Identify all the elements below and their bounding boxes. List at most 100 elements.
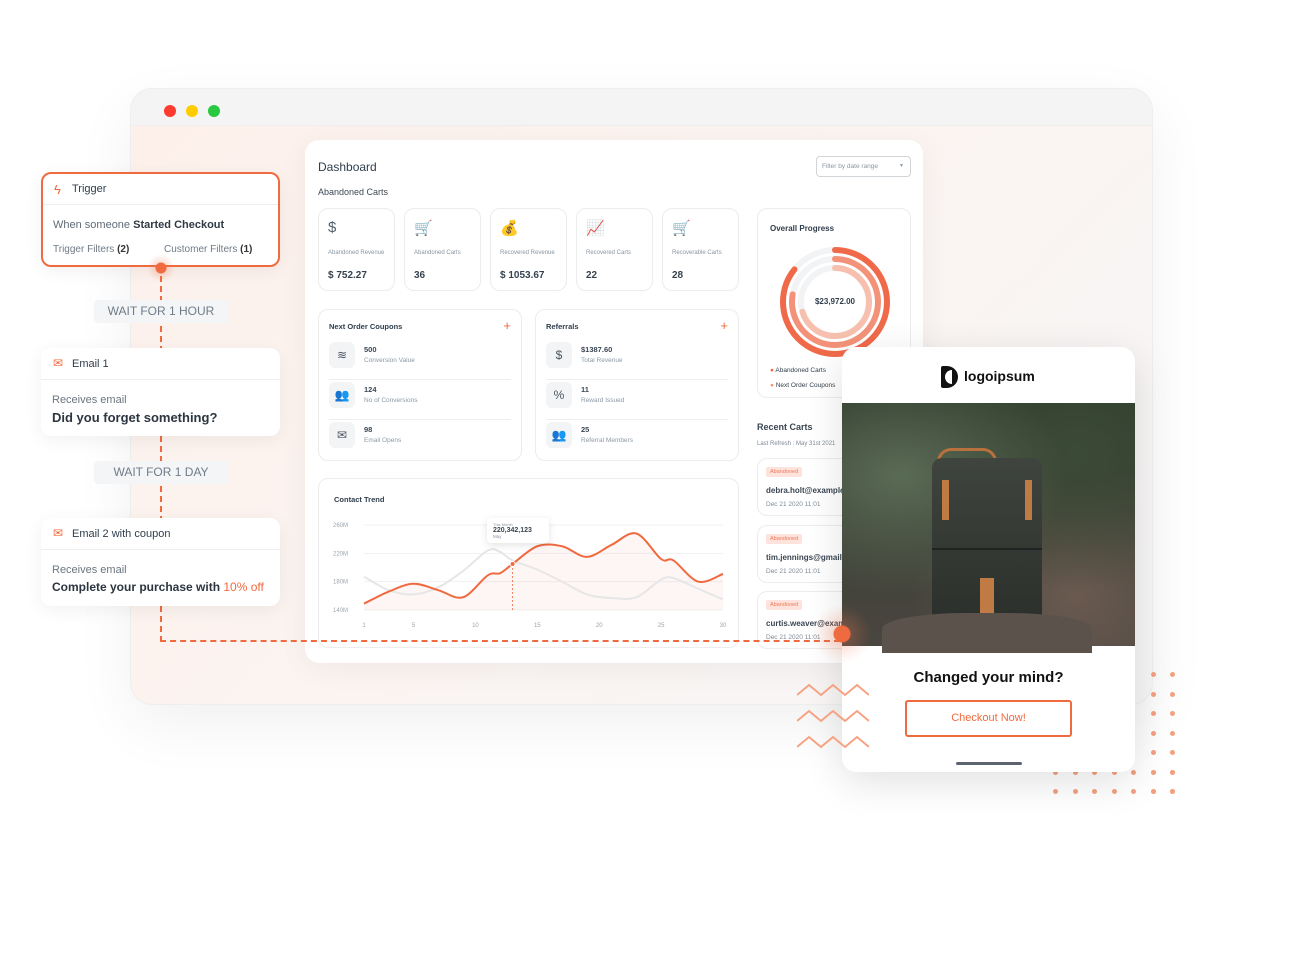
add-icon[interactable]: +: [720, 318, 728, 333]
users-icon: 👥: [546, 422, 572, 448]
decor-dot: [1170, 711, 1175, 716]
customer-filters-link[interactable]: Customer Filters (1): [164, 244, 252, 255]
filter-count: (1): [240, 244, 253, 255]
x-tick-label: 30: [720, 623, 727, 629]
tooltip-value: 220,342,123: [493, 527, 532, 534]
kpi-value: $ 752.27: [328, 270, 367, 281]
email-headline: Changed your mind?: [913, 669, 1064, 686]
recent-carts-title: Recent Carts: [757, 422, 813, 432]
kpi-label: Recoverable Carts: [672, 250, 722, 256]
decor-dot: [1131, 789, 1136, 794]
chart-tooltip: This Month 220,342,123 May: [487, 518, 549, 543]
kpi-value: 36: [414, 270, 426, 281]
item-value: 11: [581, 385, 589, 394]
email-2-card[interactable]: ✉ Email 2 with coupon Receives email Com…: [41, 518, 280, 606]
flow-connector: [160, 640, 840, 642]
wait-step[interactable]: WAIT FOR 1 DAY: [94, 461, 228, 484]
list-item: 👥 124 No of Conversions: [329, 380, 511, 420]
kpi-card: 📈 Recovered Carts 22: [576, 208, 653, 291]
trigger-card[interactable]: ϟ Trigger When someone Started Checkout …: [41, 172, 280, 267]
x-tick-label: 25: [658, 623, 665, 629]
filter-label: Trigger Filters: [53, 244, 115, 255]
connector-node[interactable]: [147, 254, 175, 282]
y-tick-label: 220M: [333, 551, 348, 557]
divider: [43, 204, 278, 205]
backpack: [932, 458, 1042, 638]
x-tick-label: 1: [362, 623, 366, 629]
growth-chart-icon: 📈: [586, 220, 605, 237]
item-value: 98: [364, 425, 373, 434]
decor-dot: [1151, 711, 1156, 716]
title-bar: [131, 89, 1152, 126]
decor-dot: [1170, 789, 1175, 794]
email-subject: Did you forget something?: [52, 410, 218, 425]
legend-item: ● Next Order Coupons: [770, 382, 836, 389]
item-label: Reward Issued: [581, 397, 625, 404]
zigzag-decoration: [797, 735, 869, 749]
decor-dot: [1170, 672, 1175, 677]
email-preview: logoipsum Changed your mind? Checkout No…: [842, 347, 1135, 772]
section-title: Abandoned Carts: [318, 187, 389, 197]
x-tick-label: 15: [534, 623, 541, 629]
trigger-filters-link[interactable]: Trigger Filters (2): [53, 244, 129, 255]
item-label: No of Conversions: [364, 397, 418, 404]
decor-dot: [1151, 730, 1156, 736]
connector-node[interactable]: [812, 604, 872, 664]
list-item: 👥 25 Referral Members: [546, 420, 728, 460]
decor-dot: [1053, 789, 1058, 794]
email-1-card[interactable]: ✉ Email 1 Receives email Did you forget …: [41, 348, 280, 436]
x-tick-label: 5: [412, 623, 416, 629]
divider: [41, 379, 280, 380]
desc-event: Started Checkout: [133, 219, 225, 231]
maximize-window-button[interactable]: [208, 105, 220, 117]
item-value: 500: [364, 345, 377, 354]
progress-total: $23,972.00: [814, 297, 856, 306]
email-title: Email 1: [72, 358, 109, 370]
close-window-button[interactable]: [164, 105, 176, 117]
decor-dot: [1170, 750, 1175, 755]
decor-dot: [1092, 789, 1097, 794]
x-tick-label: 10: [472, 623, 479, 629]
y-tick-label: 140M: [333, 608, 348, 614]
status-badge: Abandoned: [766, 467, 803, 477]
decor-dot: [1150, 789, 1156, 794]
trigger-title: Trigger: [72, 183, 107, 195]
item-label: Conversion Value: [364, 357, 415, 364]
legend-label: Next Order Coupons: [775, 382, 836, 389]
decor-dot: [1150, 770, 1156, 775]
referrals-card: Referrals + $ $1387.60 Total Revenue % 11 Re…: [535, 309, 739, 461]
hand-coin-icon: $: [546, 342, 572, 368]
email-title: Email 2 with coupon: [72, 528, 171, 540]
contact-trend-chart: 140M180M220M260M1 5 10 15 20 25 30: [333, 523, 727, 629]
kpi-label: Abandoned Revenue: [328, 250, 385, 256]
zigzag-decoration: [797, 683, 869, 697]
card-title: Next Order Coupons: [329, 322, 403, 331]
zigzag-decoration: [797, 709, 869, 723]
item-label: Referral Members: [581, 437, 634, 444]
wait-step[interactable]: WAIT FOR 1 HOUR: [94, 300, 228, 323]
layers-icon: ≋: [329, 342, 355, 368]
kpi-value: 22: [586, 270, 598, 281]
decor-dot: [1170, 691, 1175, 697]
decor-dot: [1170, 730, 1175, 736]
minimize-window-button[interactable]: [186, 105, 198, 117]
legend-item: ● Abandoned Carts: [770, 367, 826, 374]
kpi-card: 🛒 Recoverable Carts 28: [662, 208, 739, 291]
money-down-icon: $: [328, 219, 337, 236]
cart-date: Dec 21 2020 11:01: [766, 501, 821, 508]
add-icon[interactable]: +: [503, 318, 511, 333]
kpi-value: $ 1053.67: [500, 270, 545, 281]
cart-email: tim.jennings@gmail.com: [766, 553, 850, 562]
kpi-card: 🛒 Abandoned Carts 36: [404, 208, 481, 291]
date-range-filter[interactable]: Filter by date range ▼: [816, 156, 911, 177]
cart-email: debra.holt@example.com: [766, 486, 850, 495]
y-tick-label: 180M: [333, 580, 348, 586]
decor-dot: [1151, 672, 1156, 677]
item-value: 124: [364, 385, 377, 394]
rock: [882, 613, 1092, 653]
checkout-now-button[interactable]: Checkout Now!: [905, 700, 1072, 737]
subject-text: Complete your purchase with: [52, 580, 224, 594]
list-item: ✉ 98 Email Opens: [329, 420, 511, 460]
envelope-open-icon: ✉: [329, 422, 355, 448]
last-refresh: Last Refresh : May 31st 2021: [757, 441, 836, 447]
